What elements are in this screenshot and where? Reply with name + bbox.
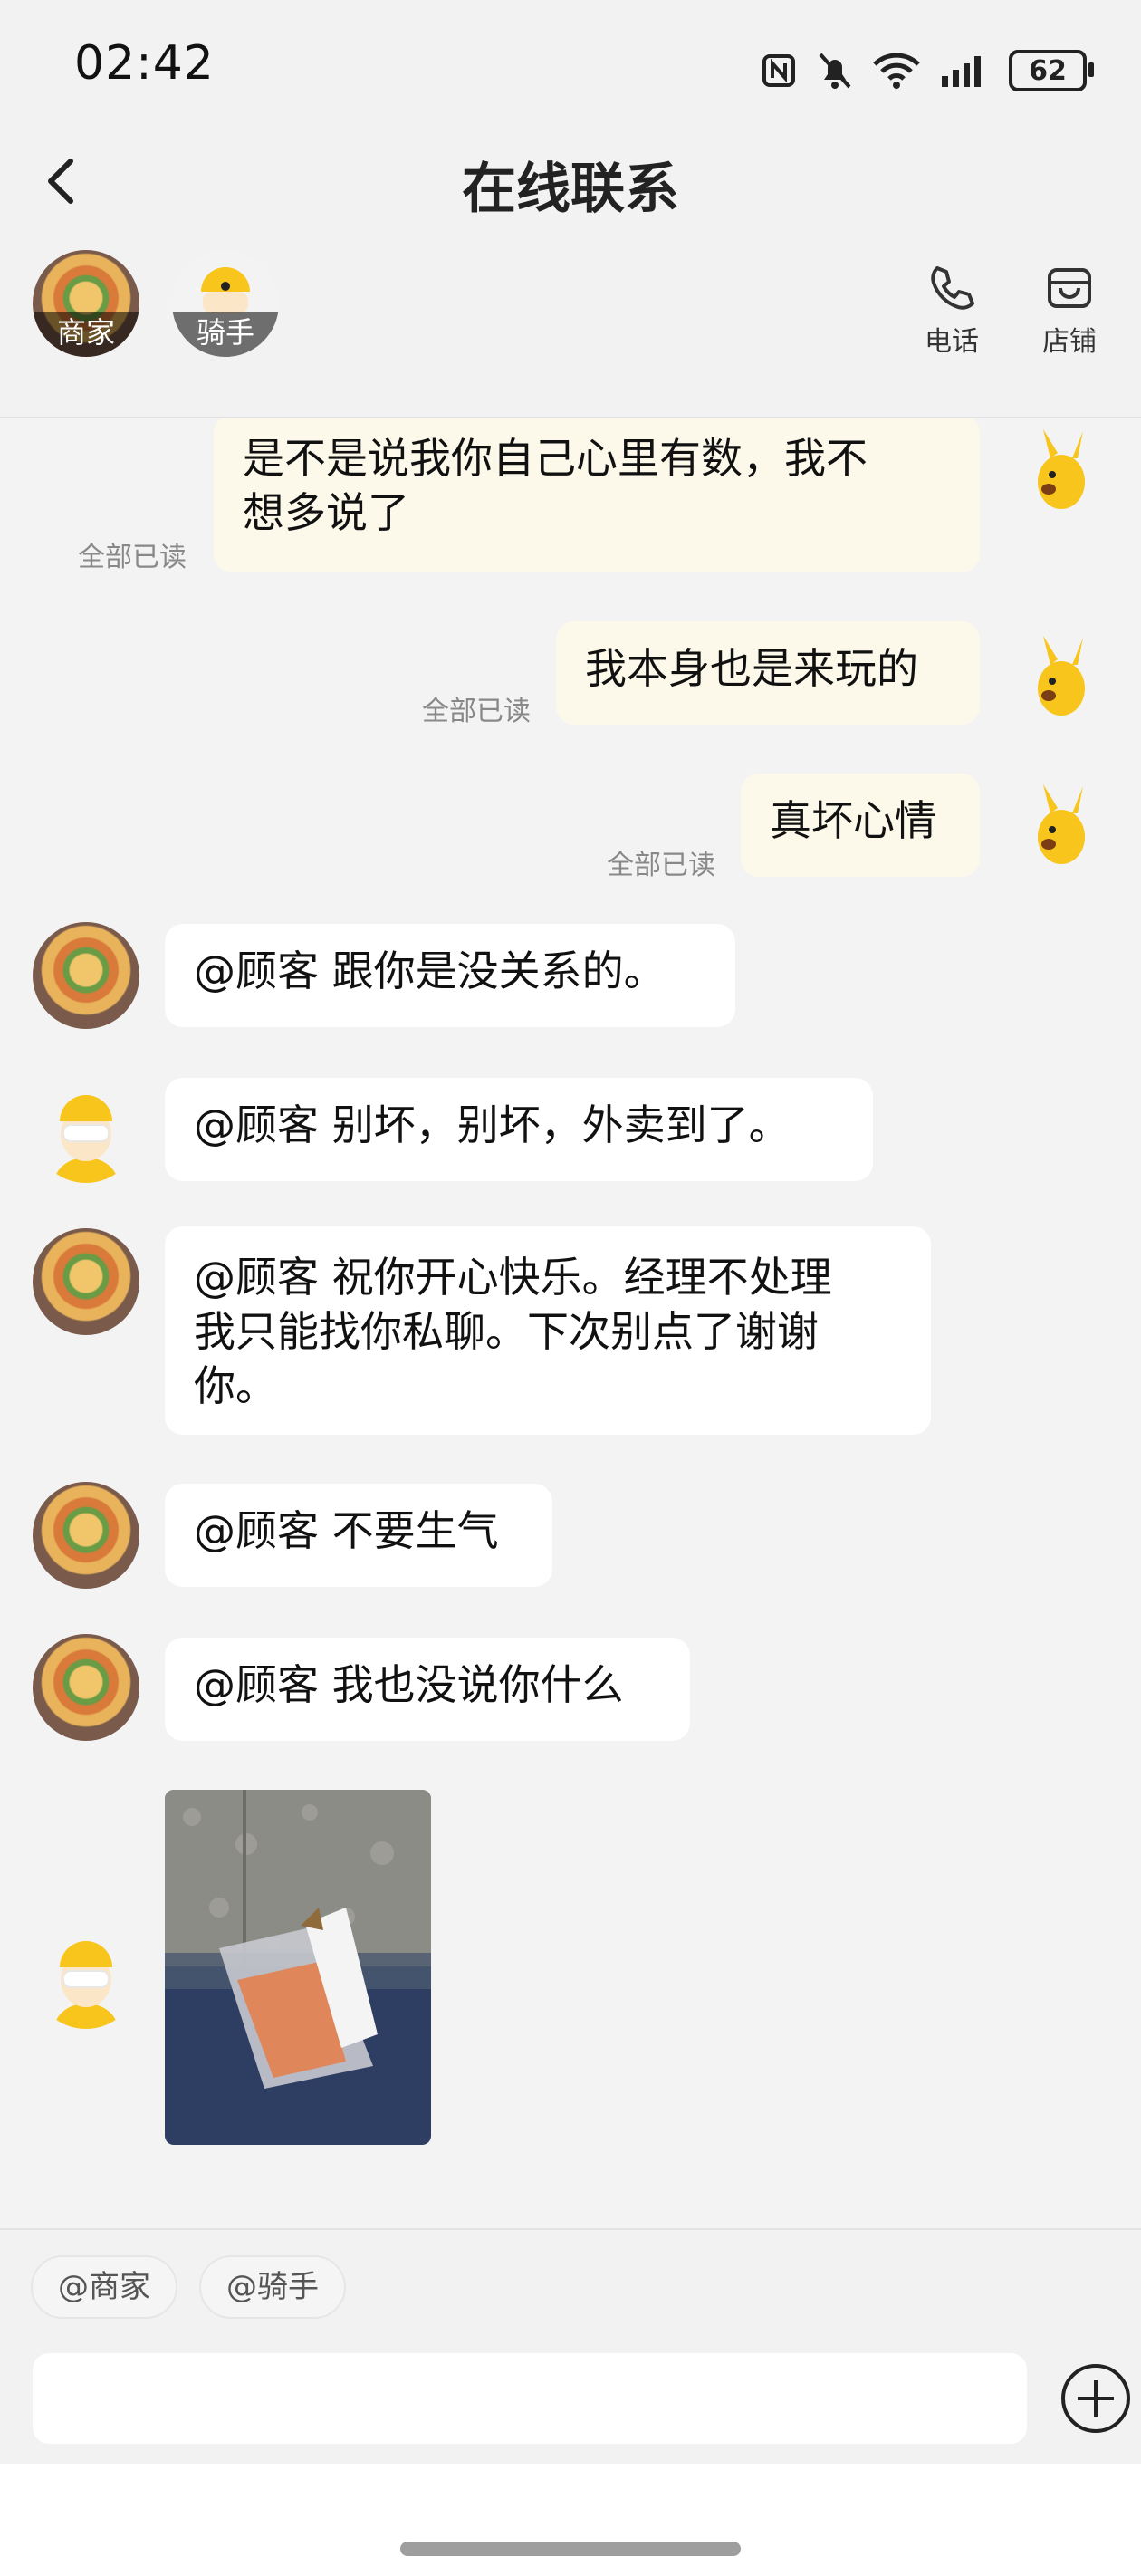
chat-header: 在线联系 商家 骑手 电话 店铺 xyxy=(0,127,1141,418)
merchant-message-bubble[interactable]: @顾客 跟你是没关系的。 xyxy=(165,924,735,1027)
rider-avatar-image xyxy=(33,1076,139,1183)
rider-avatar[interactable] xyxy=(33,1922,139,2029)
message-text-line: 我只能找你私聊。下次别点了谢谢 xyxy=(194,1307,819,1356)
my-message-bubble[interactable]: 我本身也是来玩的 xyxy=(556,621,980,725)
merchant-label: 商家 xyxy=(33,312,139,357)
rider-avatar-image xyxy=(33,1922,139,2029)
mention-merchant-chip[interactable]: @商家 xyxy=(31,2255,177,2319)
merchant-message-bubble[interactable]: @顾客 我也没说你什么 xyxy=(165,1638,690,1741)
plus-icon[interactable] xyxy=(1060,2362,1132,2435)
merchant-avatar[interactable] xyxy=(33,1228,139,1335)
delivery-photo[interactable] xyxy=(165,1790,431,2145)
message-text-line: 你。 xyxy=(194,1361,277,1410)
status-bar: 02:42 62 xyxy=(0,0,1141,127)
mute-bell-icon xyxy=(819,53,851,89)
my-message-bubble[interactable]: 真坏心情 xyxy=(741,774,980,877)
customer-avatar[interactable] xyxy=(1007,774,1114,880)
store-label: 店铺 xyxy=(1042,326,1097,358)
merchant-avatar[interactable] xyxy=(33,922,139,1029)
merchant-message-bubble[interactable]: @顾客 不要生气 xyxy=(165,1484,552,1587)
store-icon xyxy=(1048,268,1091,308)
nfc-icon xyxy=(762,54,795,87)
phone-icon xyxy=(931,266,974,310)
status-time: 02:42 xyxy=(74,36,215,91)
message-text-line: 是不是说我你自己心里有数，我不 xyxy=(243,434,868,483)
rider-message-bubble[interactable]: @顾客 别坏，别坏，外卖到了。 xyxy=(165,1078,873,1181)
my-message-bubble[interactable]: 是不是说我你自己心里有数，我不 想多说了 xyxy=(214,418,980,572)
merchant-avatar[interactable] xyxy=(33,1634,139,1741)
message-text-line: @顾客 祝你开心快乐。经理不处理 xyxy=(194,1253,832,1302)
rider-label: 骑手 xyxy=(172,312,279,357)
system-nav-area xyxy=(0,2464,1141,2576)
signal-icon xyxy=(942,56,981,87)
dog-avatar-image xyxy=(1007,418,1114,525)
input-panel: @商家 @骑手 xyxy=(0,2228,1141,2465)
chat-message-list[interactable]: 是不是说我你自己心里有数，我不 想多说了 全部已读 我本身也是来玩的 全部已读 xyxy=(0,418,1141,2228)
battery-indicator: 62 xyxy=(1009,50,1094,91)
status-icons: 62 xyxy=(761,43,1094,98)
delivery-photo-image xyxy=(165,1790,431,2145)
customer-avatar[interactable] xyxy=(1007,625,1114,732)
store-button[interactable]: 店铺 xyxy=(1029,263,1110,359)
read-receipt: 全部已读 xyxy=(607,850,715,881)
wifi-icon xyxy=(873,53,920,89)
rider-avatar[interactable] xyxy=(33,1076,139,1183)
message-text-line: 想多说了 xyxy=(243,488,409,537)
read-receipt: 全部已读 xyxy=(78,542,187,573)
customer-avatar[interactable] xyxy=(1007,418,1114,525)
phone-label: 电话 xyxy=(925,326,979,358)
page-title: 在线联系 xyxy=(462,158,679,221)
merchant-message-bubble[interactable]: @顾客 祝你开心快乐。经理不处理 我只能找你私聊。下次别点了谢谢 你。 xyxy=(165,1226,931,1435)
merchant-avatar-button[interactable]: 商家 xyxy=(33,250,139,357)
message-input[interactable] xyxy=(33,2353,1027,2444)
dog-avatar-image xyxy=(1007,625,1114,732)
read-receipt: 全部已读 xyxy=(422,696,531,727)
dog-avatar-image xyxy=(1007,774,1114,880)
mention-rider-chip[interactable]: @骑手 xyxy=(199,2255,346,2319)
rider-avatar-button[interactable]: 骑手 xyxy=(172,250,279,357)
home-indicator[interactable] xyxy=(400,2542,741,2556)
phone-button[interactable]: 电话 xyxy=(911,263,992,359)
merchant-avatar[interactable] xyxy=(33,1482,139,1589)
